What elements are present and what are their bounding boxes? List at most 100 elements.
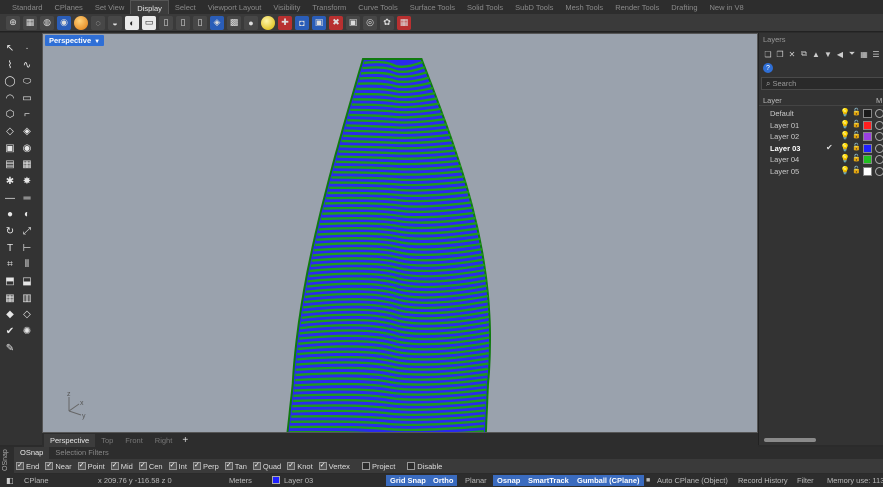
- move-icon[interactable]: ⤢: [20, 224, 34, 238]
- viewport-tab-perspective[interactable]: Perspective: [44, 433, 96, 447]
- layer-color-swatch[interactable]: [863, 109, 872, 118]
- layer-row[interactable]: Layer 03 ✔ 💡 🔓: [759, 143, 883, 154]
- ribbon-tab-cplanes[interactable]: CPlanes: [48, 0, 88, 14]
- ribbon-tab-render-tools[interactable]: Render Tools: [609, 0, 665, 14]
- layer-name[interactable]: Layer 03: [770, 144, 800, 153]
- pen-mode-icon[interactable]: ◐: [125, 15, 139, 30]
- technical-icon[interactable]: ◒: [108, 15, 122, 30]
- osnap-int[interactable]: ✓ Int: [168, 462, 187, 471]
- lock-icon[interactable]: 🔓: [852, 131, 861, 139]
- box-icon[interactable]: ▣: [3, 141, 17, 155]
- ribbon-tab-solid-tools[interactable]: Solid Tools: [461, 0, 509, 14]
- material-circle-icon[interactable]: [875, 109, 883, 118]
- viewport-tab-right[interactable]: Right: [149, 434, 179, 447]
- mesh-grid-icon[interactable]: ▩: [227, 15, 241, 30]
- record-history-toggle[interactable]: Record History: [738, 475, 788, 486]
- add-viewport-tab-button[interactable]: +: [178, 435, 192, 446]
- transform-icon[interactable]: ✸: [20, 174, 34, 188]
- mirror-icon[interactable]: ⫴: [20, 257, 34, 271]
- checkbox[interactable]: [361, 462, 370, 470]
- visibility-bulb-icon[interactable]: 💡: [840, 154, 850, 163]
- grid-icon[interactable]: ▦: [23, 15, 37, 30]
- ribbon-tab-surface-tools[interactable]: Surface Tools: [404, 0, 461, 14]
- rendered-icon[interactable]: ◉: [57, 15, 71, 30]
- ribbon-tab-curve-tools[interactable]: Curve Tools: [352, 0, 403, 14]
- analyze-icon[interactable]: ◐: [20, 207, 34, 221]
- check-icon[interactable]: ✔: [3, 324, 17, 338]
- osnap-tan[interactable]: ✓ Tan: [224, 462, 247, 471]
- extrude-icon[interactable]: ▤: [3, 157, 17, 171]
- lights-icon[interactable]: ●: [3, 207, 17, 221]
- display-options-icon[interactable]: ◈: [210, 15, 224, 30]
- ribbon-tab-visibility[interactable]: Visibility: [267, 0, 306, 14]
- lock-icon[interactable]: 🔓: [852, 154, 861, 162]
- circle-icon[interactable]: ◯: [3, 74, 17, 88]
- lock-icon[interactable]: 🔓: [852, 143, 861, 151]
- layer-name[interactable]: Layer 05: [770, 167, 799, 176]
- properties-icon[interactable]: ▥: [20, 291, 34, 305]
- ellipse-icon[interactable]: ⬭: [20, 74, 34, 88]
- split-icon[interactable]: —: [3, 191, 17, 205]
- visibility-bulb-icon[interactable]: 💡: [840, 108, 850, 117]
- move-down-icon[interactable]: ▼: [823, 49, 833, 59]
- layer-row[interactable]: Layer 02 💡 🔓: [759, 131, 883, 142]
- lock-icon[interactable]: 🔓: [852, 120, 861, 128]
- checkbox[interactable]: ✓: [287, 462, 296, 470]
- osnap-near[interactable]: ✓ Near: [45, 462, 72, 471]
- checkbox[interactable]: ✓: [318, 462, 327, 470]
- polyline-icon[interactable]: ⌇: [3, 58, 17, 72]
- group-icon[interactable]: ⬓: [20, 274, 34, 288]
- visibility-bulb-icon[interactable]: 💡: [840, 131, 850, 140]
- layer-search-input[interactable]: [772, 79, 873, 88]
- smarttrack-toggle[interactable]: SmartTrack: [524, 475, 573, 486]
- layer-color-swatch[interactable]: [863, 132, 872, 141]
- cylinder-icon[interactable]: ◉: [20, 141, 34, 155]
- layer-row[interactable]: Default 💡 🔓: [759, 108, 883, 119]
- arc-icon[interactable]: ◠: [3, 91, 17, 105]
- layer-row[interactable]: Layer 01 💡 🔓: [759, 120, 883, 131]
- rectangle-icon[interactable]: ▭: [20, 91, 34, 105]
- view-capture-icon[interactable]: ◘: [295, 15, 309, 30]
- material-circle-icon[interactable]: [875, 143, 883, 153]
- block-icon[interactable]: ⬒: [3, 274, 17, 288]
- monochrome-icon[interactable]: ▭: [142, 15, 156, 30]
- curve-icon[interactable]: ∿: [20, 58, 34, 72]
- ghosted-icon[interactable]: ▯: [159, 15, 173, 30]
- sphere-icon[interactable]: ●: [244, 15, 258, 30]
- osnap-tab-osnap[interactable]: OSnap: [14, 447, 50, 459]
- render-icon[interactable]: ◆: [3, 307, 17, 321]
- ribbon-tab-display[interactable]: Display: [130, 0, 169, 14]
- hide-icon[interactable]: ▣: [346, 15, 360, 30]
- drafting-icon[interactable]: ✎: [3, 341, 17, 355]
- boolean-icon[interactable]: ✱: [3, 174, 17, 188]
- point-icon[interactable]: ·: [20, 41, 34, 55]
- layer-name[interactable]: Layer 04: [770, 155, 799, 164]
- osnap-vertex[interactable]: ✓ Vertex: [318, 462, 350, 471]
- status-panel-icon[interactable]: ◧: [6, 475, 14, 486]
- osnap-point[interactable]: ✓ Point: [77, 462, 105, 471]
- material-icon[interactable]: ◇: [20, 307, 34, 321]
- view-capture-file-icon[interactable]: ▣: [312, 15, 326, 30]
- checkbox[interactable]: ✓: [16, 462, 24, 470]
- arctic-icon[interactable]: ▯: [176, 15, 190, 30]
- move-parent-icon[interactable]: ◀: [835, 49, 845, 59]
- checkbox[interactable]: ✓: [77, 462, 86, 470]
- layer-name[interactable]: Layer 02: [770, 132, 799, 141]
- checkbox[interactable]: ✓: [252, 462, 261, 470]
- new-layer-icon[interactable]: ❏: [763, 49, 773, 59]
- layer-name[interactable]: Layer 01: [770, 121, 799, 130]
- ribbon-tab-set-view[interactable]: Set View: [89, 0, 130, 14]
- osnap-disable[interactable]: Disable: [407, 462, 442, 471]
- planar-toggle[interactable]: Planar: [461, 475, 491, 486]
- move-up-icon[interactable]: ▲: [811, 49, 821, 59]
- explode-icon[interactable]: ✺: [20, 324, 34, 338]
- wireframe-icon[interactable]: ⊕: [6, 15, 20, 30]
- osnap-quad[interactable]: ✓ Quad: [252, 462, 281, 471]
- xray-sphere-icon[interactable]: ◌: [91, 15, 105, 30]
- osnap-perp[interactable]: ✓ Perp: [192, 462, 219, 471]
- surface-icon[interactable]: ◇: [3, 124, 17, 138]
- checkbox[interactable]: ✓: [192, 462, 201, 470]
- material-circle-icon[interactable]: [875, 155, 883, 164]
- units-label[interactable]: Meters: [229, 475, 252, 486]
- grid-snap-toggle[interactable]: Grid Snap: [386, 475, 430, 486]
